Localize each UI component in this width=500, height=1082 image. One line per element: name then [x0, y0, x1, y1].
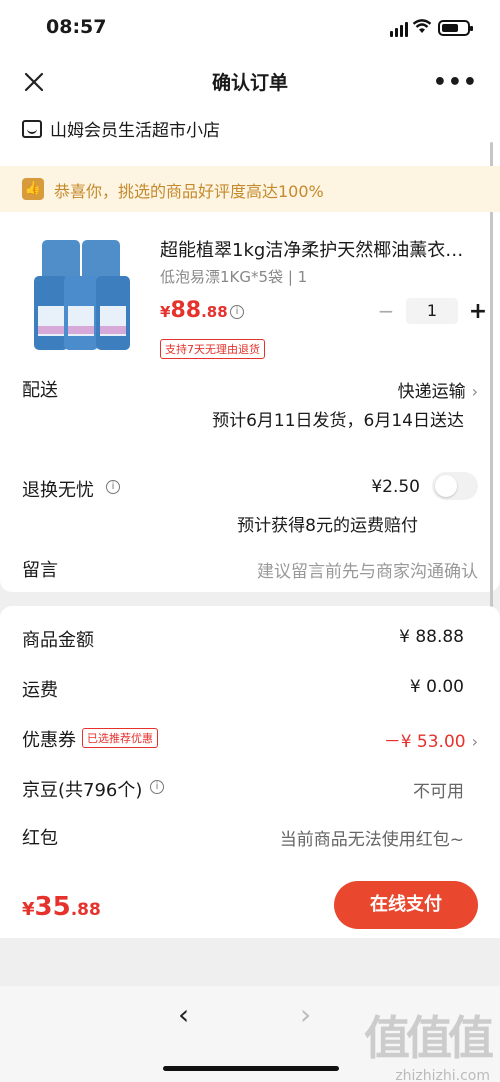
- status-time: 08:57: [46, 16, 107, 38]
- watermark-logo: 值值值: [364, 1011, 494, 1065]
- product-price: ¥88.88: [160, 298, 228, 323]
- total-currency: ¥: [22, 899, 35, 920]
- quantity-input[interactable]: 1: [406, 298, 458, 324]
- battery-icon: [438, 20, 473, 36]
- store-icon: [22, 119, 42, 138]
- return-worry-label: 退换无忧: [22, 480, 94, 501]
- info-icon[interactable]: i: [150, 780, 164, 794]
- status-bar: 08:57: [0, 0, 500, 56]
- home-indicator[interactable]: [163, 1066, 339, 1071]
- product-image[interactable]: [22, 236, 140, 354]
- watermark-text: zhizhizhi.com: [395, 1068, 490, 1082]
- back-arrow-icon[interactable]: ‹: [178, 998, 189, 1031]
- increase-button[interactable]: +: [468, 299, 488, 324]
- wifi-icon: [412, 19, 432, 33]
- product-title[interactable]: 超能植翠1kg洁净柔护天然椰油薰衣…: [160, 236, 480, 262]
- quantity-stepper: − 1 +: [376, 298, 488, 324]
- chevron-right-icon: ›: [471, 382, 478, 401]
- shipping-value: ¥ 0.00: [409, 677, 464, 697]
- return-policy-badge: 支持7天无理由退货: [160, 339, 265, 359]
- delivery-method[interactable]: 快递运输 ›: [398, 377, 478, 402]
- total-decimal: .88: [70, 900, 101, 920]
- signal-icon: [390, 22, 408, 37]
- delivery-estimate: 预计6月11日发货，6月14日送达: [212, 411, 464, 431]
- coupon-badge: 已选推荐优惠: [82, 728, 158, 748]
- more-icon[interactable]: •••: [433, 70, 478, 95]
- return-worry-price: ¥2.50: [371, 477, 420, 497]
- scrollbar[interactable]: [490, 142, 493, 612]
- total-price: ¥35.88: [22, 892, 101, 922]
- product-spec[interactable]: 低泡易漂1KG*5袋 | 1: [160, 266, 307, 287]
- coupon-value-text: －¥ 53.00: [383, 732, 466, 752]
- banner-text: 恭喜你，挑选的商品好评度高达100%: [54, 182, 324, 201]
- goods-amount-value: ¥ 88.88: [399, 627, 464, 647]
- price-decimal: .88: [201, 303, 228, 321]
- watermark: 值值值 zhizhizhi.com: [364, 1002, 494, 1082]
- store-header[interactable]: 山姆会员生活超市小店: [22, 116, 220, 141]
- jd-beans-label: 京豆(共796个): [22, 780, 143, 801]
- price-currency: ¥: [160, 303, 171, 321]
- return-worry-note: 预计获得8元的运费赔付: [237, 516, 418, 536]
- message-input[interactable]: 建议留言前先与商家沟通确认: [257, 557, 478, 582]
- delivery-label: 配送: [22, 380, 58, 401]
- red-packet-label: 红包: [22, 828, 58, 849]
- decrease-button[interactable]: −: [376, 299, 396, 323]
- goods-amount-label: 商品金额: [22, 630, 94, 651]
- thumbs-up-icon: 👍: [22, 178, 44, 200]
- info-icon[interactable]: i: [230, 305, 244, 319]
- info-icon[interactable]: i: [106, 480, 120, 494]
- coupon-value[interactable]: －¥ 53.00 ›: [384, 727, 478, 752]
- coupon-label: 优惠券: [22, 730, 76, 751]
- nav-bar: 确认订单 •••: [0, 56, 500, 108]
- page-title: 确认订单: [211, 72, 288, 94]
- chevron-right-icon: ›: [471, 732, 478, 751]
- store-name: 山姆会员生活超市小店: [50, 121, 220, 141]
- red-packet-value: 当前商品无法使用红包~: [279, 830, 464, 850]
- message-label: 留言: [22, 560, 58, 581]
- return-worry-toggle[interactable]: [432, 472, 478, 500]
- price-integer: 88: [170, 298, 202, 323]
- forward-arrow-icon[interactable]: ›: [300, 998, 311, 1031]
- shipping-label: 运费: [22, 680, 58, 701]
- praise-banner: 👍 恭喜你，挑选的商品好评度高达100%: [0, 166, 500, 212]
- delivery-method-text: 快递运输: [397, 382, 466, 402]
- total-integer: 35: [34, 892, 71, 922]
- jd-beans-value: 不可用: [413, 782, 464, 802]
- pay-online-button[interactable]: 在线支付: [334, 881, 478, 929]
